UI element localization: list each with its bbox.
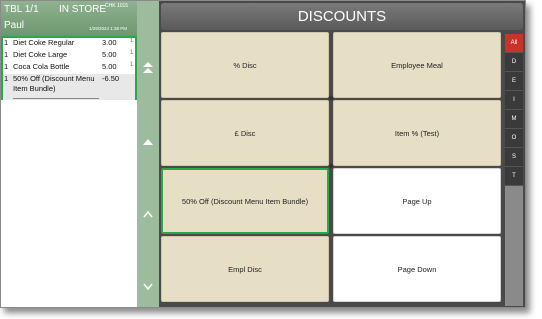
scroll-strip xyxy=(137,1,159,307)
order-item[interactable]: 1 Coca Cola Bottle 5.00 1 xyxy=(3,62,135,74)
item-divider xyxy=(13,98,99,99)
line-up-button[interactable] xyxy=(137,204,159,226)
chevron-down-icon xyxy=(143,283,153,291)
tab-o[interactable]: O xyxy=(505,129,523,148)
tab-s[interactable]: S xyxy=(505,148,523,167)
item-name: Coca Cola Bottle xyxy=(13,62,70,71)
check-datetime: 1/29/2024 1:38 PM xyxy=(89,26,128,31)
discounts-panel: DISCOUNTS % Disc Employee Meal £ Disc It… xyxy=(159,1,525,307)
fifty-off-bundle-button[interactable]: 50% Off (Discount Menu Item Bundle) xyxy=(161,168,329,234)
item-qty: 1 xyxy=(4,62,9,71)
item-name: 50% Off (Discount Menu Item Bundle) xyxy=(13,74,95,93)
item-name: Diet Coke Large xyxy=(13,50,68,59)
page-title: DISCOUNTS xyxy=(161,3,523,30)
check-header: TBL 1/1 IN STORE CHK 1015 Paul 1/29/2024… xyxy=(1,1,137,36)
empl-disc-button[interactable]: Empl Disc xyxy=(161,236,329,302)
table-number: TBL 1/1 xyxy=(4,4,39,15)
pos-window: TBL 1/1 IN STORE CHK 1015 Paul 1/29/2024… xyxy=(0,0,526,308)
item-sent-marker: 1 xyxy=(130,38,134,44)
order-mode: IN STORE xyxy=(59,4,107,15)
tab-m[interactable]: M xyxy=(505,110,523,129)
line-down-button[interactable] xyxy=(137,277,159,299)
tab-i[interactable]: I xyxy=(505,91,523,110)
order-item-selected[interactable]: 1 50% Off (Discount Menu Item Bundle) -6… xyxy=(3,74,135,100)
item-sent-marker: 1 xyxy=(130,62,134,68)
item-qty: 1 xyxy=(4,38,9,47)
scroll-up-button[interactable] xyxy=(137,132,159,154)
pound-disc-button[interactable]: £ Disc xyxy=(161,100,329,166)
item-name: Diet Coke Regular xyxy=(13,38,75,47)
tab-t[interactable]: T xyxy=(505,167,523,186)
item-price: 3.00 xyxy=(102,38,117,47)
up-arrow-icon xyxy=(143,139,153,145)
item-percent-test-button[interactable]: Item % (Test) xyxy=(333,100,501,166)
order-item[interactable]: 1 Diet Coke Regular 3.00 1 xyxy=(3,38,135,50)
order-list: 1 Diet Coke Regular 3.00 1 1 Diet Coke L… xyxy=(1,36,137,100)
category-tabs: All D E I M O S T xyxy=(505,34,523,306)
check-panel: TBL 1/1 IN STORE CHK 1015 Paul 1/29/2024… xyxy=(1,1,137,307)
server-name: Paul xyxy=(4,20,25,31)
item-sent-marker: 1 xyxy=(130,50,134,56)
check-number: CHK 1015 xyxy=(105,3,129,9)
scroll-top-button[interactable] xyxy=(137,60,159,82)
item-qty: 1 xyxy=(4,50,9,59)
chevron-up-icon xyxy=(143,210,153,218)
item-price: -6.50 xyxy=(102,74,120,83)
page-down-button[interactable]: Page Down xyxy=(333,236,501,302)
discount-button-grid: % Disc Employee Meal £ Disc Item % (Test… xyxy=(161,32,501,306)
item-qty: 1 xyxy=(4,74,9,83)
item-price: 5.00 xyxy=(102,50,117,59)
percent-disc-button[interactable]: % Disc xyxy=(161,32,329,98)
page-up-button[interactable]: Page Up xyxy=(333,168,501,234)
order-item[interactable]: 1 Diet Coke Large 5.00 1 xyxy=(3,50,135,62)
tab-d[interactable]: D xyxy=(505,53,523,72)
item-price: 5.00 xyxy=(102,62,117,71)
double-up-arrow-icon xyxy=(143,62,153,73)
employee-meal-button[interactable]: Employee Meal xyxy=(333,32,501,98)
tab-e[interactable]: E xyxy=(505,72,523,91)
tab-all[interactable]: All xyxy=(505,34,523,53)
